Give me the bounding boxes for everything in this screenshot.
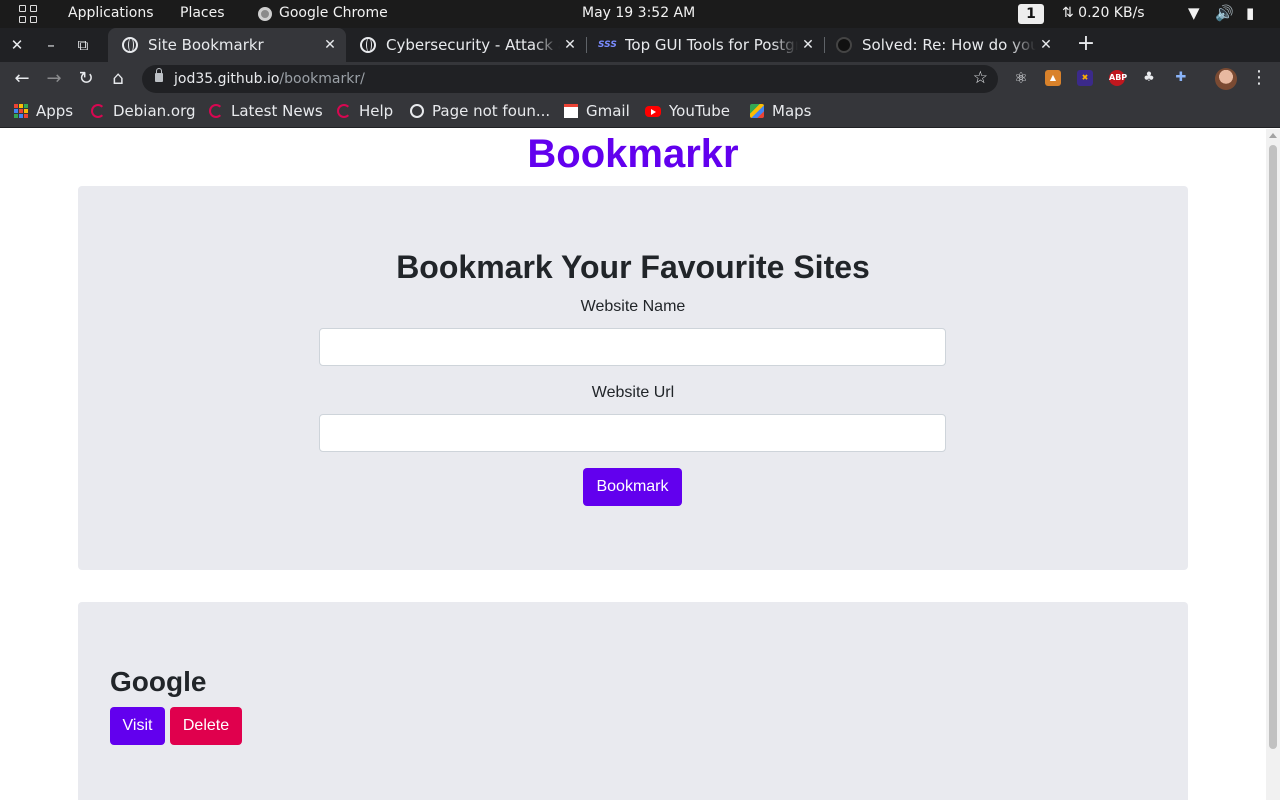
- bookmarks-bar: Apps Debian.org Latest News Help Page no…: [0, 96, 1280, 128]
- tab-close-icon[interactable]: ✕: [1036, 37, 1056, 53]
- active-app-name[interactable]: Google Chrome: [279, 5, 388, 21]
- youtube-icon: [645, 105, 661, 117]
- tab-title: Solved: Re: How do you p: [862, 36, 1036, 54]
- address-bar[interactable]: jod35.github.io/bookmarkr/ ☆: [142, 65, 998, 93]
- window-close-icon[interactable]: ✕: [8, 36, 26, 54]
- tab-title: Top GUI Tools for Postgre: [624, 36, 798, 54]
- maps-icon: [750, 104, 764, 118]
- window-minimize-icon[interactable]: –: [42, 36, 60, 54]
- chrome-app-icon: [258, 7, 272, 21]
- profile-avatar[interactable]: [1215, 68, 1237, 90]
- reload-icon[interactable]: ↻: [74, 67, 98, 91]
- bookmark-name: Google: [110, 666, 207, 697]
- tab-cybersecurity[interactable]: Cybersecurity - Attack an ✕: [348, 28, 586, 62]
- bookmark-label: Maps: [772, 102, 812, 120]
- adblock-plus-icon[interactable]: ABP: [1109, 70, 1127, 86]
- bookmark-gmail[interactable]: Gmail: [564, 102, 630, 120]
- debian-icon: [209, 104, 223, 118]
- tab-postgres-tools[interactable]: SSS Top GUI Tools for Postgre ✕: [588, 28, 824, 62]
- browser-toolbar: ← → ↻ ⌂ jod35.github.io/bookmarkr/ ☆ ⚛ ▲…: [0, 62, 1280, 96]
- form-heading: Bookmark Your Favourite Sites: [396, 249, 870, 285]
- activities-grid-icon[interactable]: [19, 5, 37, 23]
- url-host: jod35.github.io: [174, 71, 280, 87]
- gmail-icon: [564, 104, 578, 118]
- globe-icon: [122, 37, 138, 53]
- globe-icon: [410, 104, 424, 118]
- bookmark-latest-news[interactable]: Latest News: [209, 102, 323, 120]
- extension-orange-icon[interactable]: ▲: [1045, 70, 1061, 86]
- forward-icon[interactable]: →: [42, 67, 66, 91]
- tab-close-icon[interactable]: ✕: [560, 37, 580, 53]
- bookmark-page-not-found[interactable]: Page not foun...: [410, 102, 550, 120]
- page-viewport: Bookmarkr Bookmark Your Favourite Sites …: [0, 129, 1266, 800]
- system-top-bar: Applications Places Google Chrome May 19…: [0, 0, 1280, 28]
- globe-icon: [360, 37, 376, 53]
- clock[interactable]: May 19 3:52 AM: [582, 5, 695, 21]
- tab-separator: [586, 37, 587, 53]
- wifi-icon[interactable]: ▼: [1188, 4, 1200, 22]
- tab-title: Site Bookmarkr: [148, 36, 264, 54]
- bookmark-label: Debian.org: [113, 102, 196, 120]
- tab-close-icon[interactable]: ✕: [320, 37, 340, 53]
- tab-site-bookmarkr[interactable]: Site Bookmarkr ✕: [108, 28, 346, 62]
- apps-grid-icon: [14, 104, 28, 118]
- tab-separator: [824, 37, 825, 53]
- workspace-indicator[interactable]: 1: [1018, 4, 1044, 24]
- network-speed: ⇅ 0.20 KB/s: [1062, 5, 1145, 21]
- battery-icon[interactable]: ▮: [1246, 4, 1254, 22]
- website-name-label: Website Name: [580, 298, 686, 315]
- tab-title: Cybersecurity - Attack an: [386, 36, 560, 54]
- page-scrollbar[interactable]: [1266, 129, 1280, 800]
- home-icon[interactable]: ⌂: [106, 67, 130, 91]
- scrollbar-thumb[interactable]: [1269, 145, 1277, 749]
- tab-close-icon[interactable]: ✕: [798, 37, 818, 53]
- applications-menu[interactable]: Applications: [68, 5, 154, 21]
- bookmark-label: Page not foun...: [432, 102, 551, 120]
- bookmark-form-card: Bookmark Your Favourite Sites Website Na…: [78, 186, 1188, 570]
- debian-icon: [337, 104, 351, 118]
- bookmark-label: Latest News: [231, 102, 323, 120]
- url-path: /bookmarkr/: [279, 71, 365, 87]
- bookmark-label: Apps: [36, 102, 74, 120]
- bookmark-youtube[interactable]: YouTube: [645, 102, 730, 120]
- new-tab-icon[interactable]: +: [1076, 32, 1096, 56]
- extension-blue-icon[interactable]: ✚: [1173, 70, 1189, 86]
- github-icon: [836, 37, 852, 53]
- bookmark-label: Gmail: [586, 102, 630, 120]
- bookmark-star-icon[interactable]: ☆: [973, 68, 988, 88]
- website-name-input[interactable]: [319, 328, 946, 366]
- website-url-input[interactable]: [319, 414, 946, 452]
- volume-icon[interactable]: 🔊: [1215, 4, 1234, 22]
- visit-button[interactable]: Visit: [110, 707, 165, 745]
- back-icon[interactable]: ←: [10, 67, 34, 91]
- sss-favicon-icon: SSS: [598, 40, 617, 50]
- url-text[interactable]: jod35.github.io/bookmarkr/: [174, 71, 365, 87]
- places-menu[interactable]: Places: [180, 5, 225, 21]
- window-restore-icon[interactable]: ⧉: [74, 36, 92, 54]
- delete-button[interactable]: Delete: [170, 707, 242, 745]
- website-url-label: Website Url: [591, 384, 675, 401]
- bookmark-help[interactable]: Help: [337, 102, 393, 120]
- tab-strip: ✕ – ⧉ Site Bookmarkr ✕ Cybersecurity - A…: [0, 28, 1280, 62]
- react-devtools-icon[interactable]: ⚛: [1013, 70, 1029, 86]
- lock-icon[interactable]: [155, 68, 163, 82]
- bookmark-label: YouTube: [669, 102, 730, 120]
- site-title: Bookmarkr: [527, 132, 739, 176]
- debian-icon: [91, 104, 105, 118]
- tab-github-solved[interactable]: Solved: Re: How do you p ✕: [826, 28, 1062, 62]
- gnome-extension-icon[interactable]: ♣: [1141, 70, 1157, 86]
- extension-purple-icon[interactable]: ✖: [1077, 70, 1093, 86]
- scroll-up-arrow-icon[interactable]: [1269, 133, 1277, 138]
- bookmark-button[interactable]: Bookmark: [583, 468, 682, 506]
- bookmark-label: Help: [359, 102, 394, 120]
- bookmark-list-card: Google Visit Delete: [78, 602, 1188, 800]
- bookmark-apps[interactable]: Apps: [14, 102, 73, 120]
- bookmark-debian[interactable]: Debian.org: [91, 102, 196, 120]
- bookmark-maps[interactable]: Maps: [750, 102, 811, 120]
- chrome-menu-icon[interactable]: ⋮: [1250, 67, 1268, 89]
